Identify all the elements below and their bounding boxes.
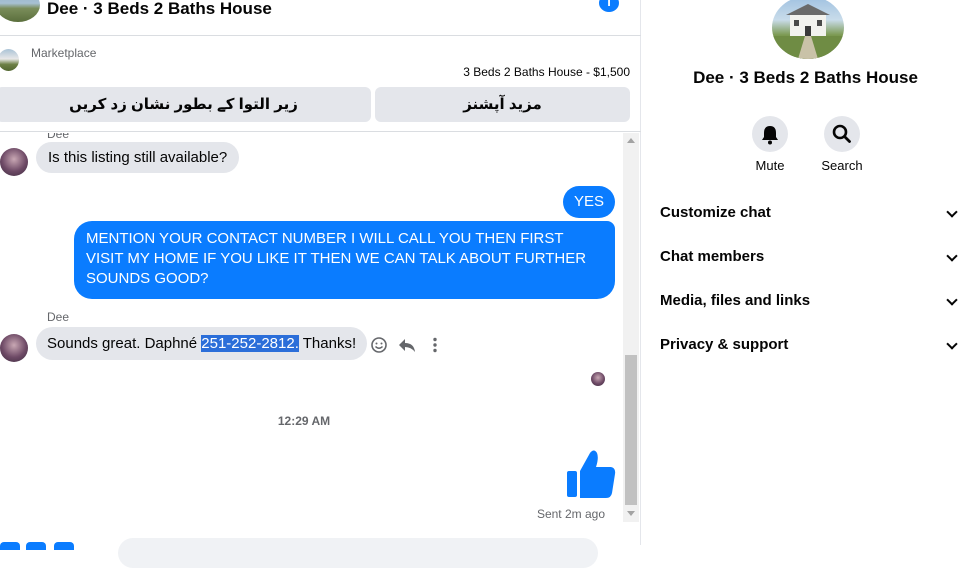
message-bubble-outgoing: MENTION YOUR CONTACT NUMBER I WILL CALL … [74,221,615,299]
image-icon[interactable] [26,542,46,550]
info-panel: Dee · 3 Beds 2 Baths House Mute Search C… [642,0,969,545]
avatar[interactable] [0,334,28,362]
chat-members-row[interactable]: Chat members [660,248,960,268]
message-list: Dee Is this listing still available? YES… [0,133,625,525]
marketplace-label: Marketplace [31,46,97,60]
chevron-down-icon [946,338,958,350]
bell-icon [762,126,778,145]
customize-chat-row[interactable]: Customize chat [660,204,960,224]
scroll-up-arrow[interactable] [627,138,635,143]
reply-icon[interactable] [398,336,416,354]
sender-name: Dee [47,133,70,141]
privacy-support-row[interactable]: Privacy & support [660,336,960,356]
row-label: Customize chat [660,204,771,221]
listing-thumbnail[interactable] [0,49,19,71]
profile-avatar[interactable] [772,0,844,59]
chat-header: Dee · 3 Beds 2 Baths House i [0,0,641,36]
seen-avatar [591,372,605,386]
avatar[interactable] [0,148,28,176]
more-options-button[interactable]: مزید آپشنز [375,87,630,122]
chevron-down-icon [946,294,958,306]
more-icon[interactable] [426,336,444,354]
message-bubble-incoming: Is this listing still available? [36,142,240,173]
scrollbar[interactable] [623,133,639,522]
message-text: Thanks! [298,335,357,352]
house-photo [772,4,844,59]
row-label: Privacy & support [660,336,789,353]
chevron-down-icon [946,250,958,262]
media-files-links-row[interactable]: Media, files and links [660,292,960,312]
message-input[interactable] [118,538,598,568]
timestamp: 12:29 AM [277,414,331,428]
selected-text[interactable]: 251-252-2812. [201,335,299,352]
message-bubble-incoming: Sounds great. Daphné 251-252-2812. Thank… [36,327,368,360]
sticker-icon[interactable] [54,542,74,550]
listing-avatar[interactable] [0,0,40,22]
chevron-down-icon [946,206,958,218]
profile-name: Dee · 3 Beds 2 Baths House [693,68,918,87]
thumbs-up-icon [567,450,616,498]
message-bubble-outgoing: YES [562,186,615,218]
composer [0,528,641,568]
search-button[interactable]: Search [812,116,872,173]
search-icon [832,124,851,143]
sent-status: Sent 2m ago [536,507,605,521]
listing-price: 3 Beds 2 Baths House - $1,500 [463,65,630,79]
scrollbar-thumb[interactable] [625,355,637,505]
mute-label: Mute [755,158,785,173]
conversation-pane: Dee · 3 Beds 2 Baths House i Marketplace… [0,0,641,568]
sender-name: Dee [47,310,70,324]
marketplace-card: Marketplace 3 Beds 2 Baths House - $1,50… [0,37,641,132]
info-icon[interactable]: i [599,0,619,12]
plus-icon[interactable] [0,542,20,550]
scroll-down-arrow[interactable] [627,511,635,516]
row-label: Chat members [660,248,765,265]
row-label: Media, files and links [660,292,811,309]
react-icon[interactable] [370,336,388,354]
mute-button[interactable]: Mute [740,116,800,173]
chat-title[interactable]: Dee · 3 Beds 2 Baths House [47,0,272,19]
message-text: Sounds great. Daphné [47,335,202,352]
mark-pending-button[interactable]: زیر التوا کے بطور نشان زد کریں [0,87,371,122]
search-label: Search [821,158,863,173]
